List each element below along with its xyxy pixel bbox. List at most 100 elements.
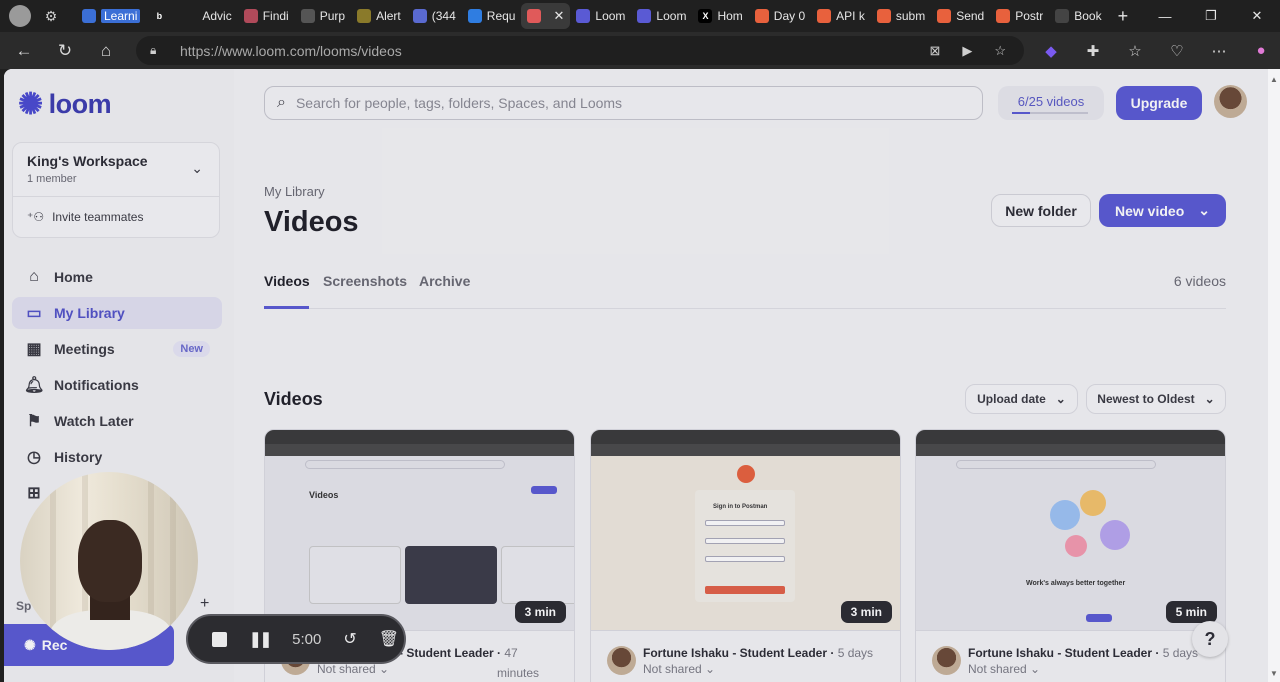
sort-order-dropdown[interactable]: Newest to Oldest ⌄: [1086, 384, 1226, 414]
browser-tab[interactable]: Book: [1049, 3, 1107, 29]
help-button[interactable]: ?: [1192, 621, 1228, 657]
extension-icon[interactable]: ◆: [1038, 38, 1064, 64]
share-status[interactable]: Not shared ⌄: [643, 662, 715, 676]
browser-tab[interactable]: ✕: [521, 3, 571, 29]
sidebar-item-label: Meetings: [54, 341, 115, 357]
new-video-button[interactable]: New video ⌄: [1099, 194, 1226, 227]
search-input[interactable]: [295, 95, 936, 111]
browser-tab[interactable]: Advic: [177, 3, 237, 29]
video-thumbnail[interactable]: Work's always better together 5 min: [915, 429, 1226, 631]
learning-icon: [82, 9, 96, 23]
home-browser-icon[interactable]: ⌂: [89, 36, 123, 66]
sort-field-dropdown[interactable]: Upload date ⌄: [965, 384, 1078, 414]
search-bar[interactable]: ⌕: [264, 86, 983, 120]
video-title-text: Fortune Ishaku - Student Leader: [968, 646, 1153, 660]
new-folder-button[interactable]: New folder: [991, 194, 1091, 227]
browser-tab[interactable]: Purp: [295, 3, 351, 29]
tab-archive[interactable]: Archive: [419, 273, 470, 289]
video-title[interactable]: Fortune Ishaku - Student Leader · 5 days: [643, 646, 873, 660]
browser-tab[interactable]: X Hom: [692, 3, 748, 29]
add-space-icon[interactable]: +: [200, 595, 209, 613]
browser-tab[interactable]: Findi: [238, 3, 295, 29]
sidebar-item-history[interactable]: ◷ History: [12, 441, 222, 473]
settings-icon[interactable]: ⚙: [40, 5, 62, 27]
browser-tab[interactable]: Send: [931, 3, 990, 29]
restart-icon[interactable]: ↺: [343, 629, 356, 649]
favorites-icon[interactable]: ☆: [1122, 38, 1148, 64]
close-tab-icon[interactable]: ✕: [553, 8, 564, 24]
sidebar-item-my-library[interactable]: ▭ My Library: [12, 297, 222, 329]
share-status[interactable]: Not shared ⌄: [968, 662, 1040, 676]
favorite-star-icon[interactable]: ☆: [994, 43, 1006, 59]
search-icon: ⌕: [277, 94, 286, 111]
tab-label: API k: [836, 9, 865, 23]
workspace-switcher[interactable]: King's Workspace 1 member ⌄ ⁺⚇ Invite te…: [12, 142, 220, 238]
tab-label: Learni: [101, 9, 141, 23]
tab-videos[interactable]: Videos: [264, 273, 310, 289]
browser-tab[interactable]: (344: [407, 3, 462, 29]
invite-teammates-button[interactable]: ⁺⚇ Invite teammates: [27, 210, 143, 224]
new-tab-button[interactable]: +: [1118, 6, 1129, 27]
tab-screenshots[interactable]: Screenshots: [323, 273, 407, 289]
video-quota[interactable]: 6/25 videos: [998, 86, 1104, 120]
loom-logo-icon: ✺: [18, 88, 43, 121]
browser-tab[interactable]: Postr: [990, 3, 1049, 29]
chevron-down-icon[interactable]: ⌄: [191, 160, 203, 177]
puzzle-icon[interactable]: ✚: [1080, 38, 1106, 64]
browser-tab[interactable]: Alert: [351, 3, 407, 29]
no-camera-icon[interactable]: ⊠: [929, 43, 940, 59]
sidebar-item-notifications[interactable]: 🔔︎ Notifications: [12, 369, 222, 401]
video-card[interactable]: Work's always better together 5 min Fort…: [915, 429, 1226, 682]
advice-icon: [183, 9, 198, 23]
browser-tab[interactable]: Loom: [570, 3, 631, 29]
sidebar-item-watch-later[interactable]: ⚑ Watch Later: [12, 405, 222, 437]
video-card[interactable]: Sign in to Postman 3 min Fortune Ishaku …: [590, 429, 901, 682]
more-icon[interactable]: ⋯: [1206, 38, 1232, 64]
profile-icon[interactable]: [9, 5, 31, 27]
video-thumbnail[interactable]: Sign in to Postman 3 min: [590, 429, 901, 631]
minimize-icon[interactable]: —: [1142, 0, 1188, 32]
finding-icon: [243, 9, 258, 23]
bell-icon: 🔔︎: [24, 377, 45, 394]
browser-tab[interactable]: Day 0: [749, 3, 811, 29]
mail-icon: [412, 9, 427, 23]
share-status[interactable]: Not shared ⌄: [317, 662, 389, 676]
close-window-icon[interactable]: ✕: [1234, 0, 1280, 32]
scroll-down-icon[interactable]: ▼: [1270, 669, 1278, 678]
browser-tab[interactable]: Learni: [76, 3, 146, 29]
browser-tab-bar: ⚙ Learni b Advic Findi Purp Alert (344 Requ ✕ Loo…: [0, 0, 1280, 32]
browser-tab[interactable]: b: [146, 3, 177, 29]
browser-tab[interactable]: API k: [811, 3, 871, 29]
page-scrollbar[interactable]: ▲ ▼: [1268, 69, 1280, 682]
pause-icon[interactable]: ❚❚: [249, 630, 272, 648]
copilot-icon[interactable]: ●: [1248, 38, 1274, 64]
lock-icon[interactable]: 🔒︎: [150, 43, 168, 58]
video-title[interactable]: Fortune Ishaku - Student Leader · 5 days: [968, 646, 1198, 660]
video-title-text: Fortune Ishaku - Student Leader: [643, 646, 828, 660]
url-field[interactable]: 🔒︎ https://www.loom.com/looms/videos ⊠ ▶…: [136, 36, 1024, 65]
camera-bubble[interactable]: [20, 472, 198, 650]
video-thumbnail[interactable]: Videos 3 min: [264, 429, 575, 631]
breadcrumb[interactable]: My Library: [264, 184, 325, 199]
share-status-text: Not shared: [317, 662, 376, 676]
scroll-up-icon[interactable]: ▲: [1270, 75, 1278, 84]
browser-tab[interactable]: subm: [871, 3, 931, 29]
browser-tab[interactable]: Loom: [631, 3, 692, 29]
brand-name: loom: [48, 89, 112, 119]
tab-label: Postr: [1015, 9, 1044, 23]
video-title[interactable]: - Student Leader · 47: [399, 646, 518, 660]
upgrade-button[interactable]: Upgrade: [1116, 86, 1202, 120]
avatar[interactable]: [1214, 85, 1247, 118]
maximize-icon[interactable]: ❐: [1188, 0, 1234, 32]
browser-tab[interactable]: Requ: [462, 3, 522, 29]
reload-icon[interactable]: ↻: [48, 36, 82, 66]
sidebar-item-meetings[interactable]: ▦ Meetings New: [12, 333, 222, 365]
back-icon[interactable]: ←: [7, 36, 41, 66]
trash-icon[interactable]: 🗑︎: [379, 629, 399, 649]
loom-logo[interactable]: ✺ loom: [18, 87, 112, 122]
video-icon[interactable]: ▶: [962, 43, 972, 59]
sidebar-item-home[interactable]: ⌂ Home: [12, 261, 222, 293]
health-icon[interactable]: ♡: [1164, 38, 1190, 64]
thumb-browser-bar: [265, 430, 574, 444]
stop-icon[interactable]: [212, 631, 227, 647]
